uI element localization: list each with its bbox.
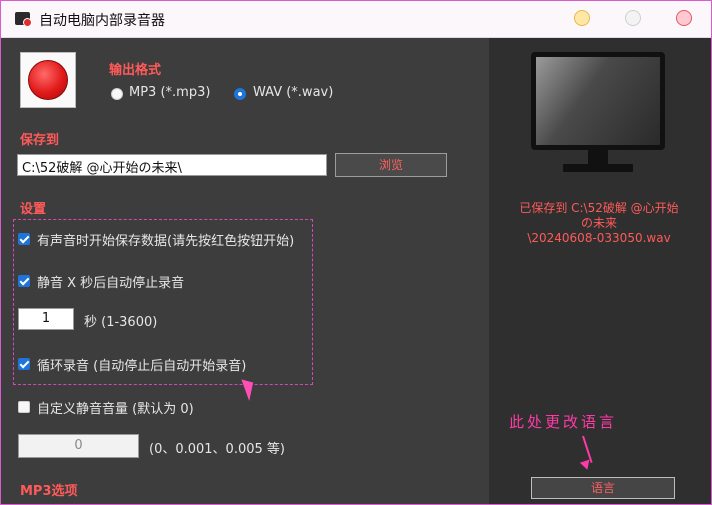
radio-mp3-label[interactable]: MP3 (*.mp3) [129,85,210,100]
stop-after-silence-label[interactable]: 静音 X 秒后自动停止录音 [37,272,184,291]
settings-label: 设置 [20,202,47,217]
maximize-button[interactable] [625,10,641,26]
saved-status-line2: の未来 [580,216,617,230]
saved-status-line1: 已保存到 C:\52破解 @心开始 [519,201,679,215]
language-button[interactable]: 语言 [531,477,675,499]
output-format-label: 输出格式 [109,63,162,78]
radio-mp3[interactable] [111,88,123,100]
silence-seconds-input[interactable]: 1 [18,308,74,330]
language-annotation: 此处更改语言 [509,413,618,431]
record-icon [28,60,68,100]
annotation-arrow-icon [582,435,593,463]
window-title: 自动电脑内部录音器 [39,13,165,29]
mp3-options-label: MP3选项 [20,484,78,499]
custom-silence-label[interactable]: 自定义静音音量 (默认为 0) [37,398,194,417]
monitor-icon [531,52,665,180]
app-recorder-icon [15,12,32,27]
save-path-input[interactable]: C:\52破解 @心开始の未来\ [17,154,327,176]
stop-after-silence-checkbox[interactable] [18,275,30,287]
silence-volume-hint: (0、0.001、0.005 等) [149,442,285,457]
record-button[interactable] [20,52,76,108]
loop-record-label[interactable]: 循环录音 (自动停止后自动开始录音) [37,355,246,374]
loop-record-checkbox[interactable] [18,358,30,370]
app-window: 自动电脑内部录音器 输出格式 MP3 (*.mp3) WAV (*.wav) 保… [0,0,712,505]
close-button[interactable] [676,10,692,26]
silence-volume-input[interactable]: 0 [18,434,139,458]
monitor-screen [531,52,665,150]
browse-button[interactable]: 浏览 [335,153,447,177]
start-on-sound-checkbox[interactable] [18,233,30,245]
save-to-label: 保存到 [20,133,60,148]
start-on-sound-label[interactable]: 有声音时开始保存数据(请先按红色按钮开始) [37,230,294,249]
settings-panel: 输出格式 MP3 (*.mp3) WAV (*.wav) 保存到 C:\52破解… [1,38,489,504]
status-panel: 已保存到 C:\52破解 @心开始 の未来 \20240608-033050.w… [489,38,711,504]
radio-wav-label[interactable]: WAV (*.wav) [253,85,333,100]
radio-wav[interactable] [234,88,246,100]
minimize-button[interactable] [574,10,590,26]
saved-status-line3: \20240608-033050.wav [527,231,671,245]
custom-silence-checkbox[interactable] [18,401,30,413]
title-bar: 自动电脑内部录音器 [1,1,711,38]
seconds-range-label: 秒 (1-3600) [84,315,158,330]
saved-status: 已保存到 C:\52破解 @心开始 の未来 \20240608-033050.w… [499,201,699,246]
